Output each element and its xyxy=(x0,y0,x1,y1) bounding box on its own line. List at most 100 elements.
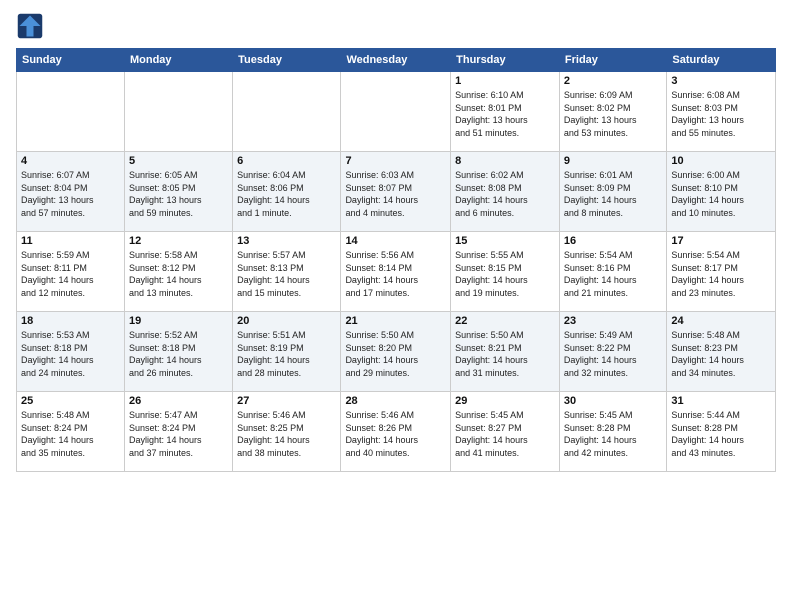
day-info: Sunrise: 5:50 AM Sunset: 8:20 PM Dayligh… xyxy=(345,329,446,379)
day-info: Sunrise: 6:07 AM Sunset: 8:04 PM Dayligh… xyxy=(21,169,120,219)
day-number: 18 xyxy=(21,315,120,327)
day-number: 12 xyxy=(129,235,228,247)
day-cell: 9 Sunrise: 6:01 AM Sunset: 8:09 PM Daylig… xyxy=(559,152,666,232)
day-number: 2 xyxy=(564,75,662,87)
col-header-thursday: Thursday xyxy=(451,49,560,72)
day-info: Sunrise: 5:54 AM Sunset: 8:17 PM Dayligh… xyxy=(671,249,771,299)
day-info: Sunrise: 6:02 AM Sunset: 8:08 PM Dayligh… xyxy=(455,169,555,219)
day-info: Sunrise: 5:54 AM Sunset: 8:16 PM Dayligh… xyxy=(564,249,662,299)
day-cell: 14 Sunrise: 5:56 AM Sunset: 8:14 PM Dayli… xyxy=(341,232,451,312)
day-info: Sunrise: 5:46 AM Sunset: 8:26 PM Dayligh… xyxy=(345,409,446,459)
day-cell: 12 Sunrise: 5:58 AM Sunset: 8:12 PM Dayli… xyxy=(124,232,232,312)
day-info: Sunrise: 6:04 AM Sunset: 8:06 PM Dayligh… xyxy=(237,169,336,219)
day-info: Sunrise: 5:58 AM Sunset: 8:12 PM Dayligh… xyxy=(129,249,228,299)
day-number: 3 xyxy=(671,75,771,87)
week-row-1: 1 Sunrise: 6:10 AM Sunset: 8:01 PM Daylig… xyxy=(17,72,776,152)
day-cell: 28 Sunrise: 5:46 AM Sunset: 8:26 PM Dayli… xyxy=(341,392,451,472)
day-cell: 31 Sunrise: 5:44 AM Sunset: 8:28 PM Dayli… xyxy=(667,392,776,472)
day-info: Sunrise: 5:59 AM Sunset: 8:11 PM Dayligh… xyxy=(21,249,120,299)
day-number: 7 xyxy=(345,155,446,167)
logo-icon xyxy=(16,12,44,40)
day-number: 6 xyxy=(237,155,336,167)
day-number: 26 xyxy=(129,395,228,407)
week-row-4: 18 Sunrise: 5:53 AM Sunset: 8:18 PM Dayli… xyxy=(17,312,776,392)
day-cell xyxy=(17,72,125,152)
day-cell: 1 Sunrise: 6:10 AM Sunset: 8:01 PM Daylig… xyxy=(451,72,560,152)
day-info: Sunrise: 6:10 AM Sunset: 8:01 PM Dayligh… xyxy=(455,89,555,139)
day-number: 9 xyxy=(564,155,662,167)
day-number: 15 xyxy=(455,235,555,247)
day-number: 5 xyxy=(129,155,228,167)
day-number: 8 xyxy=(455,155,555,167)
day-cell: 8 Sunrise: 6:02 AM Sunset: 8:08 PM Daylig… xyxy=(451,152,560,232)
day-info: Sunrise: 5:56 AM Sunset: 8:14 PM Dayligh… xyxy=(345,249,446,299)
day-cell: 25Sunrise: 5:48 AM Sunset: 8:24 PM Dayli… xyxy=(17,392,125,472)
logo xyxy=(16,12,48,40)
day-info: Sunrise: 5:45 AM Sunset: 8:27 PM Dayligh… xyxy=(455,409,555,459)
day-info: Sunrise: 5:50 AM Sunset: 8:21 PM Dayligh… xyxy=(455,329,555,379)
day-info: Sunrise: 5:53 AM Sunset: 8:18 PM Dayligh… xyxy=(21,329,120,379)
day-cell: 2Sunrise: 6:09 AM Sunset: 8:02 PM Daylig… xyxy=(559,72,666,152)
day-cell: 22 Sunrise: 5:50 AM Sunset: 8:21 PM Dayli… xyxy=(451,312,560,392)
day-cell: 19 Sunrise: 5:52 AM Sunset: 8:18 PM Dayli… xyxy=(124,312,232,392)
day-number: 14 xyxy=(345,235,446,247)
day-cell: 7 Sunrise: 6:03 AM Sunset: 8:07 PM Daylig… xyxy=(341,152,451,232)
day-number: 17 xyxy=(671,235,771,247)
week-row-5: 25Sunrise: 5:48 AM Sunset: 8:24 PM Dayli… xyxy=(17,392,776,472)
day-number: 1 xyxy=(455,75,555,87)
day-number: 31 xyxy=(671,395,771,407)
day-number: 29 xyxy=(455,395,555,407)
day-number: 11 xyxy=(21,235,120,247)
day-cell: 20 Sunrise: 5:51 AM Sunset: 8:19 PM Dayli… xyxy=(233,312,341,392)
day-info: Sunrise: 5:52 AM Sunset: 8:18 PM Dayligh… xyxy=(129,329,228,379)
day-info: Sunrise: 6:01 AM Sunset: 8:09 PM Dayligh… xyxy=(564,169,662,219)
day-cell: 13 Sunrise: 5:57 AM Sunset: 8:13 PM Dayli… xyxy=(233,232,341,312)
header xyxy=(16,12,776,40)
day-number: 19 xyxy=(129,315,228,327)
day-number: 30 xyxy=(564,395,662,407)
day-cell: 17 Sunrise: 5:54 AM Sunset: 8:17 PM Dayli… xyxy=(667,232,776,312)
col-header-friday: Friday xyxy=(559,49,666,72)
day-info: Sunrise: 6:08 AM Sunset: 8:03 PM Dayligh… xyxy=(671,89,771,139)
day-cell: 15 Sunrise: 5:55 AM Sunset: 8:15 PM Dayli… xyxy=(451,232,560,312)
col-header-wednesday: Wednesday xyxy=(341,49,451,72)
day-number: 4 xyxy=(21,155,120,167)
day-cell: 27Sunrise: 5:46 AM Sunset: 8:25 PM Dayli… xyxy=(233,392,341,472)
day-info: Sunrise: 5:55 AM Sunset: 8:15 PM Dayligh… xyxy=(455,249,555,299)
day-cell: 29 Sunrise: 5:45 AM Sunset: 8:27 PM Dayli… xyxy=(451,392,560,472)
week-row-3: 11 Sunrise: 5:59 AM Sunset: 8:11 PM Dayli… xyxy=(17,232,776,312)
day-cell: 11 Sunrise: 5:59 AM Sunset: 8:11 PM Dayli… xyxy=(17,232,125,312)
day-cell: 10 Sunrise: 6:00 AM Sunset: 8:10 PM Dayli… xyxy=(667,152,776,232)
day-info: Sunrise: 5:47 AM Sunset: 8:24 PM Dayligh… xyxy=(129,409,228,459)
day-info: Sunrise: 5:57 AM Sunset: 8:13 PM Dayligh… xyxy=(237,249,336,299)
day-number: 25 xyxy=(21,395,120,407)
day-number: 24 xyxy=(671,315,771,327)
day-cell: 26 Sunrise: 5:47 AM Sunset: 8:24 PM Dayli… xyxy=(124,392,232,472)
header-row: SundayMondayTuesdayWednesdayThursdayFrid… xyxy=(17,49,776,72)
day-number: 13 xyxy=(237,235,336,247)
day-number: 16 xyxy=(564,235,662,247)
day-info: Sunrise: 5:45 AM Sunset: 8:28 PM Dayligh… xyxy=(564,409,662,459)
day-cell: 30 Sunrise: 5:45 AM Sunset: 8:28 PM Dayli… xyxy=(559,392,666,472)
day-info: Sunrise: 6:03 AM Sunset: 8:07 PM Dayligh… xyxy=(345,169,446,219)
col-header-tuesday: Tuesday xyxy=(233,49,341,72)
day-cell: 21 Sunrise: 5:50 AM Sunset: 8:20 PM Dayli… xyxy=(341,312,451,392)
day-info: Sunrise: 5:44 AM Sunset: 8:28 PM Dayligh… xyxy=(671,409,771,459)
day-cell xyxy=(341,72,451,152)
day-number: 20 xyxy=(237,315,336,327)
day-cell: 23Sunrise: 5:49 AM Sunset: 8:22 PM Dayli… xyxy=(559,312,666,392)
day-number: 22 xyxy=(455,315,555,327)
col-header-sunday: Sunday xyxy=(17,49,125,72)
day-cell: 16 Sunrise: 5:54 AM Sunset: 8:16 PM Dayli… xyxy=(559,232,666,312)
day-number: 28 xyxy=(345,395,446,407)
col-header-monday: Monday xyxy=(124,49,232,72)
day-info: Sunrise: 5:51 AM Sunset: 8:19 PM Dayligh… xyxy=(237,329,336,379)
col-header-saturday: Saturday xyxy=(667,49,776,72)
page: SundayMondayTuesdayWednesdayThursdayFrid… xyxy=(0,0,792,612)
day-info: Sunrise: 5:46 AM Sunset: 8:25 PM Dayligh… xyxy=(237,409,336,459)
day-info: Sunrise: 6:00 AM Sunset: 8:10 PM Dayligh… xyxy=(671,169,771,219)
day-cell xyxy=(124,72,232,152)
day-number: 21 xyxy=(345,315,446,327)
day-info: Sunrise: 5:48 AM Sunset: 8:23 PM Dayligh… xyxy=(671,329,771,379)
day-number: 10 xyxy=(671,155,771,167)
